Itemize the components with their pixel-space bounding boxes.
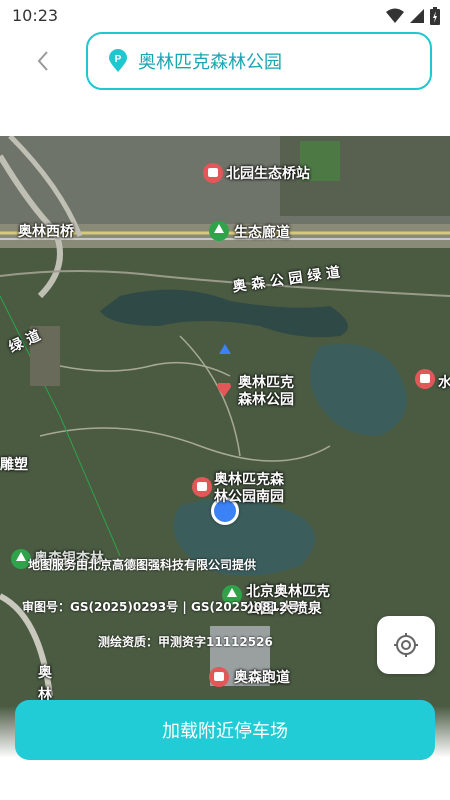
label-running-track: 奥森跑道 (234, 670, 290, 686)
search-value: 奥林匹克森林公园 (138, 52, 282, 73)
status-time: 10:23 (12, 6, 59, 25)
svg-text:P: P (115, 54, 122, 65)
battery-charging-icon (430, 7, 440, 25)
parking-pin-icon: P (109, 49, 127, 72)
wifi-icon (386, 8, 404, 23)
header: P 奥林匹克森林公园 (0, 32, 450, 136)
selected-pin-icon (217, 383, 231, 397)
back-button[interactable] (28, 46, 58, 76)
map-attribution-survey: 测绘资质：甲测资字11112526 (98, 635, 273, 649)
label-eco-corridor: 生态廊道 (234, 225, 290, 241)
locate-target-icon (394, 633, 418, 657)
chevron-left-icon (37, 51, 48, 71)
label-sculpture: 雕塑 (0, 457, 28, 473)
map-attribution-provider: 地图服务由北京高德图强科技有限公司提供 (28, 558, 257, 572)
label-water: 水 (438, 375, 450, 391)
label-ao-1: 奥 (38, 665, 52, 681)
load-nearby-parking-button[interactable]: 加载附近停车场 (15, 700, 435, 760)
direction-arrow-icon (219, 344, 231, 354)
label-olympic-park-2: 森林公园 (238, 392, 294, 408)
label-south-park-2: 林公园南园 (214, 489, 284, 505)
park-gate-icon (192, 477, 212, 497)
status-bar: 10:23 (0, 0, 450, 32)
locate-me-button[interactable] (377, 616, 435, 674)
map-attribution-review: 审图号：GS(2025)0293号 | GS(2025)0812号 (22, 600, 300, 614)
cellular-icon (410, 9, 424, 23)
tree-icon (209, 221, 229, 241)
track-icon (209, 667, 229, 687)
bus-stop-icon (203, 163, 223, 183)
scenic-spot-icon (415, 369, 435, 389)
search-field[interactable]: P 奥林匹克森林公园 (86, 32, 432, 90)
status-icons (386, 7, 440, 25)
label-beiyuan: 北园生态桥站 (226, 166, 310, 182)
label-aolin-west-bridge: 奥林西桥 (18, 224, 74, 240)
